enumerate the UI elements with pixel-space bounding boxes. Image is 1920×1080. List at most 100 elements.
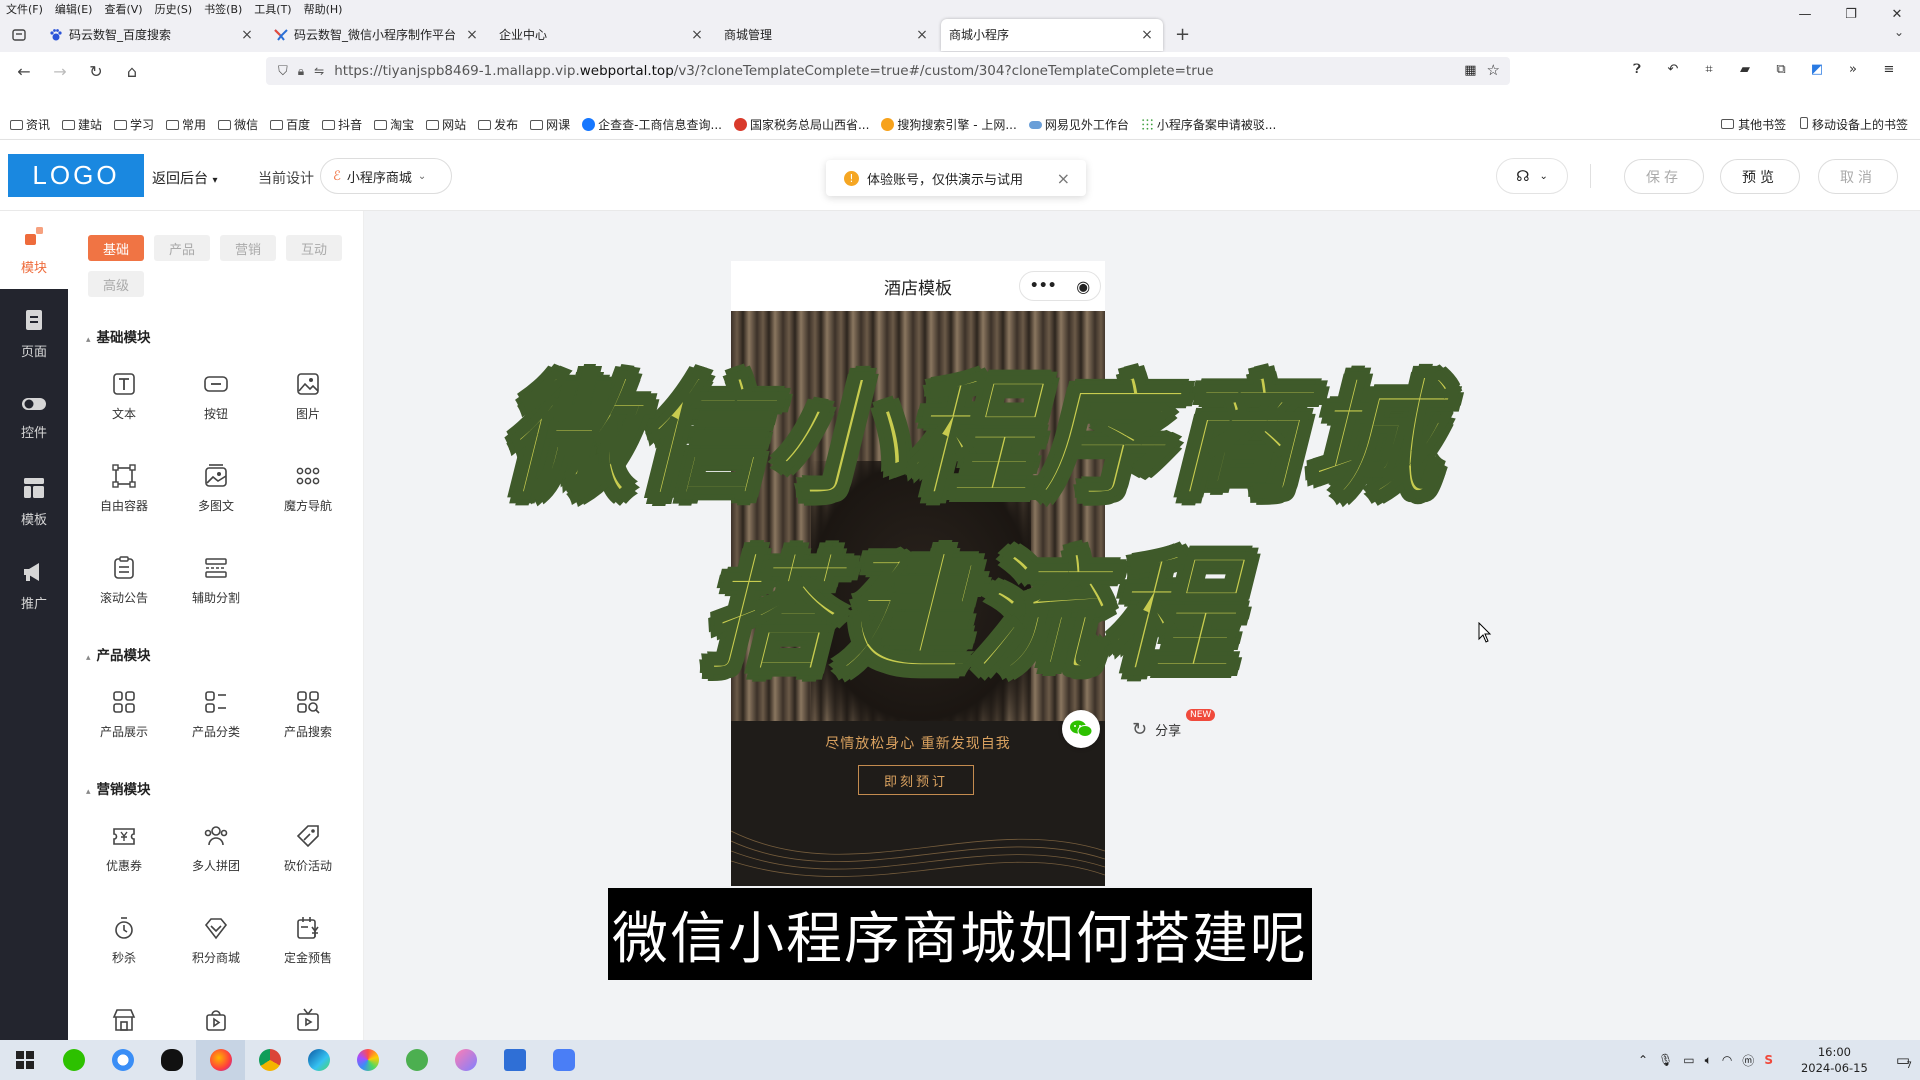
module-tab-advanced[interactable]: 高级 [88,271,144,297]
taskbar-color-browser-icon[interactable] [343,1040,392,1080]
close-icon[interactable]: × [1057,169,1070,188]
sidebar-item-promote[interactable]: 推广 [0,547,68,625]
taskbar-baidu-netdisk-icon[interactable] [98,1040,147,1080]
reload-icon[interactable]: ↻ [78,62,114,81]
qr-code-icon[interactable]: ▦ [1464,63,1476,78]
module-divider[interactable]: 辅助分割 [176,555,256,625]
bookmark-mobile[interactable]: 移动设备上的书签 [1800,116,1908,133]
tab-mall-management[interactable]: 商城管理 × [716,19,938,51]
taskbar-ai-app-icon[interactable] [441,1040,490,1080]
bookmark-miniprogram-filing[interactable]: 小程序备案申请被驳... [1140,116,1276,133]
tab-close-icon[interactable]: × [914,27,930,43]
module-tab-marketing[interactable]: 营销 [220,235,276,261]
taskbar-wechat-icon[interactable] [49,1040,98,1080]
tab-mayun-platform[interactable]: 码云数智_微信小程序制作平台 × [266,19,488,51]
customer-service-dropdown[interactable]: ☊ ⌄ [1496,158,1568,194]
url-bar[interactable]: ⛉ 🔒︎ ⇋ https://tiyanjspb8469-1.mallapp.v… [266,57,1510,85]
tab-baidu-search[interactable]: 码云数智_百度搜索 × [41,19,263,51]
menu-help[interactable]: 帮助(H) [298,1,349,17]
sidebar-item-modules[interactable]: 模块 [0,211,68,289]
taskbar-ie-icon[interactable] [392,1040,441,1080]
taskbar-notes-app-icon[interactable] [539,1040,588,1080]
bookmark-qichacha[interactable]: 企查查-工商信息查询... [582,116,722,133]
module-coupon[interactable]: 优惠券 [84,823,164,893]
app-menu-icon[interactable]: ≡ [1880,62,1898,80]
close-window-button[interactable]: ✕ [1874,0,1920,28]
back-to-admin-dropdown[interactable]: 返回后台 ▾ [152,168,217,188]
menu-edit[interactable]: 编辑(E) [49,1,99,17]
bookmark-star-icon[interactable]: ☆ [1487,61,1500,79]
bookmark-folder-online-course[interactable]: 网课 [530,116,570,133]
bookmark-folder-taobao[interactable]: 淘宝 [374,116,414,133]
module-tab-basic[interactable]: 基础 [88,235,144,261]
shield-icon[interactable]: ⛉ [278,64,288,79]
bookmark-folder-study[interactable]: 学习 [114,116,154,133]
bookmark-sogou[interactable]: 搜狗搜索引擎 - 上网... [881,116,1017,133]
ime-icon[interactable]: ⓜ [1742,1052,1754,1069]
module-group-buy[interactable]: 多人拼团 [176,823,256,893]
bookmark-folder-wechat[interactable]: 微信 [218,116,258,133]
more-tools-chevron-icon[interactable]: » [1844,62,1862,80]
sidebar-item-pages[interactable]: 页面 [0,295,68,373]
crop-icon[interactable]: ⌗ [1700,62,1718,80]
bookmark-folder-douyin[interactable]: 抖音 [322,116,362,133]
taskbar-edge-icon[interactable] [294,1040,343,1080]
notification-center-icon[interactable]: ▭ 7 [1896,1051,1912,1071]
undo-icon[interactable]: ↶ [1664,62,1682,80]
tab-enterprise-center[interactable]: 企业中心 × [491,19,713,51]
design-select[interactable]: ℰ 小程序商城 ⌄ [320,158,452,194]
lock-icon[interactable]: 🔒︎ [298,64,304,79]
taskbar-window-app-icon[interactable] [490,1040,539,1080]
module-product-search[interactable]: 产品搜索 [268,689,348,759]
extension-mask-icon[interactable]: ▰ [1736,62,1754,80]
taskbar-chrome-icon[interactable] [245,1040,294,1080]
module-tab-interaction[interactable]: 互动 [286,235,342,261]
translate-icon[interactable]: ◩ [1808,62,1826,80]
module-free-container[interactable]: 自由容器 [84,463,164,533]
volume-icon[interactable]: 🔈︎ [1705,1053,1712,1068]
tab-close-icon[interactable]: × [239,27,255,43]
help-circle-icon[interactable]: ❓︎ [1628,62,1646,80]
bookmark-folder-publish[interactable]: 发布 [478,116,518,133]
bookmark-folder-news[interactable]: 资讯 [10,116,50,133]
save-button[interactable]: 保存 [1624,159,1704,194]
module-deposit-presale[interactable]: 定金预售 [268,915,348,985]
module-tab-product[interactable]: 产品 [154,235,210,261]
bookmark-tax-bureau[interactable]: 国家税务总局山西省... [733,116,869,133]
cancel-button[interactable]: 取消 [1818,159,1898,194]
screen-cast-icon[interactable]: ▭ [1683,1053,1694,1067]
book-now-button[interactable]: 即刻预订 [858,765,974,795]
windows-start-icon[interactable] [0,1040,49,1080]
module-magic-nav[interactable]: 魔方导航 [268,463,348,533]
back-arrow-icon[interactable]: ← [6,62,42,81]
menu-history[interactable]: 历史(S) [149,1,199,17]
bookmark-folder-website[interactable]: 网站 [426,116,466,133]
forward-arrow-icon[interactable]: → [42,62,78,81]
wifi-icon[interactable]: ◠ [1722,1053,1732,1067]
menu-file[interactable]: 文件(F) [0,1,49,17]
module-bargain[interactable]: 砍价活动 [268,823,348,893]
wechat-share-button[interactable] [1062,710,1100,748]
bookmark-folder-baidu[interactable]: 百度 [270,116,310,133]
new-tab-button[interactable]: + [1175,24,1190,45]
close-target-icon[interactable]: ◉ [1076,277,1090,296]
taskbar-clock[interactable]: 16:00 2024-06-15 [1801,1044,1868,1076]
module-flash-sale[interactable]: 秒杀 [84,915,164,985]
module-text[interactable]: 文本 [84,371,164,441]
module-image[interactable]: 图片 [268,371,348,441]
bookmark-folder-sites[interactable]: 建站 [62,116,102,133]
minimize-button[interactable]: — [1782,0,1828,28]
share-action[interactable]: ↻ 分享 [1132,719,1181,740]
sidebar-item-templates[interactable]: 模板 [0,463,68,541]
home-icon[interactable]: ⌂ [114,62,150,81]
tab-close-icon[interactable]: × [1139,27,1155,43]
bookmark-other[interactable]: 其他书签 [1721,116,1786,133]
tray-expand-chevron-icon[interactable]: ⌃ [1638,1053,1648,1067]
microphone-icon[interactable]: 🎙︎ [1658,1053,1673,1067]
tab-close-icon[interactable]: × [464,27,480,43]
module-product-category[interactable]: 产品分类 [176,689,256,759]
tab-close-icon[interactable]: × [689,27,705,43]
module-button[interactable]: 按钮 [176,371,256,441]
bookmark-folder-common[interactable]: 常用 [166,116,206,133]
more-dots-icon[interactable]: ••• [1030,278,1057,294]
